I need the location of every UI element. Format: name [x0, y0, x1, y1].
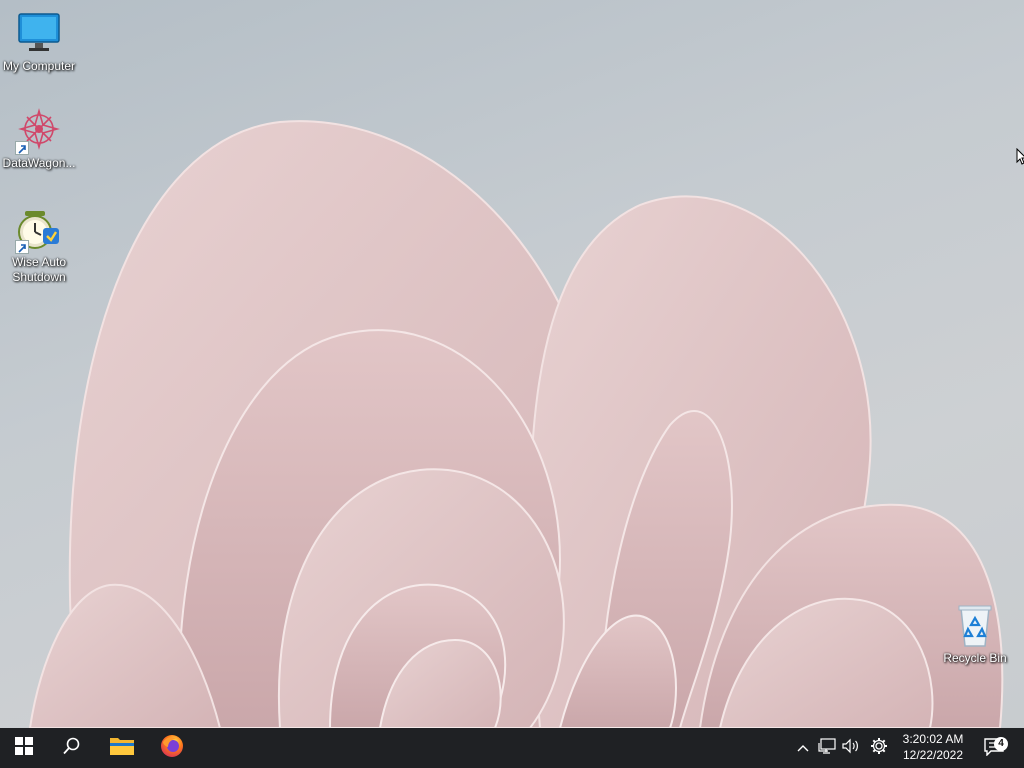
volume-icon [842, 738, 860, 759]
desktop[interactable]: My Computer DataWagon... Wise Auto Shutd… [0, 0, 1024, 728]
recycle-bin-icon [951, 602, 999, 650]
show-hidden-icons-button[interactable] [791, 728, 815, 768]
desktop-icon-my-computer[interactable]: My Computer [0, 10, 78, 74]
wallpaper-image [28, 120, 1004, 728]
firefox-button[interactable] [148, 728, 196, 768]
start-button[interactable] [0, 728, 48, 768]
datawagon-icon [15, 107, 63, 155]
monitor-icon [15, 10, 63, 58]
gear-icon [870, 737, 888, 760]
desktop-icon-label: Wise Auto Shutdown [11, 255, 67, 284]
network-button[interactable] [815, 728, 839, 768]
network-icon [818, 737, 836, 759]
windows-logo-icon [15, 736, 33, 760]
clock[interactable]: 3:20:02 AM 12/22/2022 [896, 728, 970, 768]
settings-button[interactable] [867, 728, 891, 768]
firefox-icon [160, 734, 184, 763]
desktop-icon-wise-auto-shutdown[interactable]: Wise Auto Shutdown [0, 206, 78, 285]
shortcut-arrow-icon [15, 141, 29, 155]
desktop-icon-label: DataWagon... [2, 156, 76, 170]
wise-auto-shutdown-icon [15, 206, 63, 254]
desktop-icon-label: Recycle Bin [943, 651, 1007, 665]
clock-date: 12/22/2022 [902, 748, 964, 762]
notification-count-badge: 4 [994, 737, 1008, 751]
action-center-button[interactable]: 4 [980, 728, 1010, 768]
search-icon [63, 737, 81, 760]
folder-icon [109, 735, 135, 762]
file-explorer-button[interactable] [98, 728, 146, 768]
shortcut-arrow-icon [15, 240, 29, 254]
taskbar: 3:20:02 AM 12/22/2022 4 [0, 728, 1024, 768]
desktop-icon-datawagon[interactable]: DataWagon... [0, 107, 78, 171]
desktop-icon-label: My Computer [2, 59, 76, 73]
chevron-up-icon [797, 739, 809, 757]
volume-button[interactable] [839, 728, 863, 768]
desktop-icon-recycle-bin[interactable]: Recycle Bin [936, 602, 1014, 666]
clock-time: 3:20:02 AM [902, 732, 964, 746]
notification-icon: 4 [984, 737, 1008, 758]
search-button[interactable] [48, 728, 96, 768]
mouse-pointer-icon [1016, 148, 1024, 165]
